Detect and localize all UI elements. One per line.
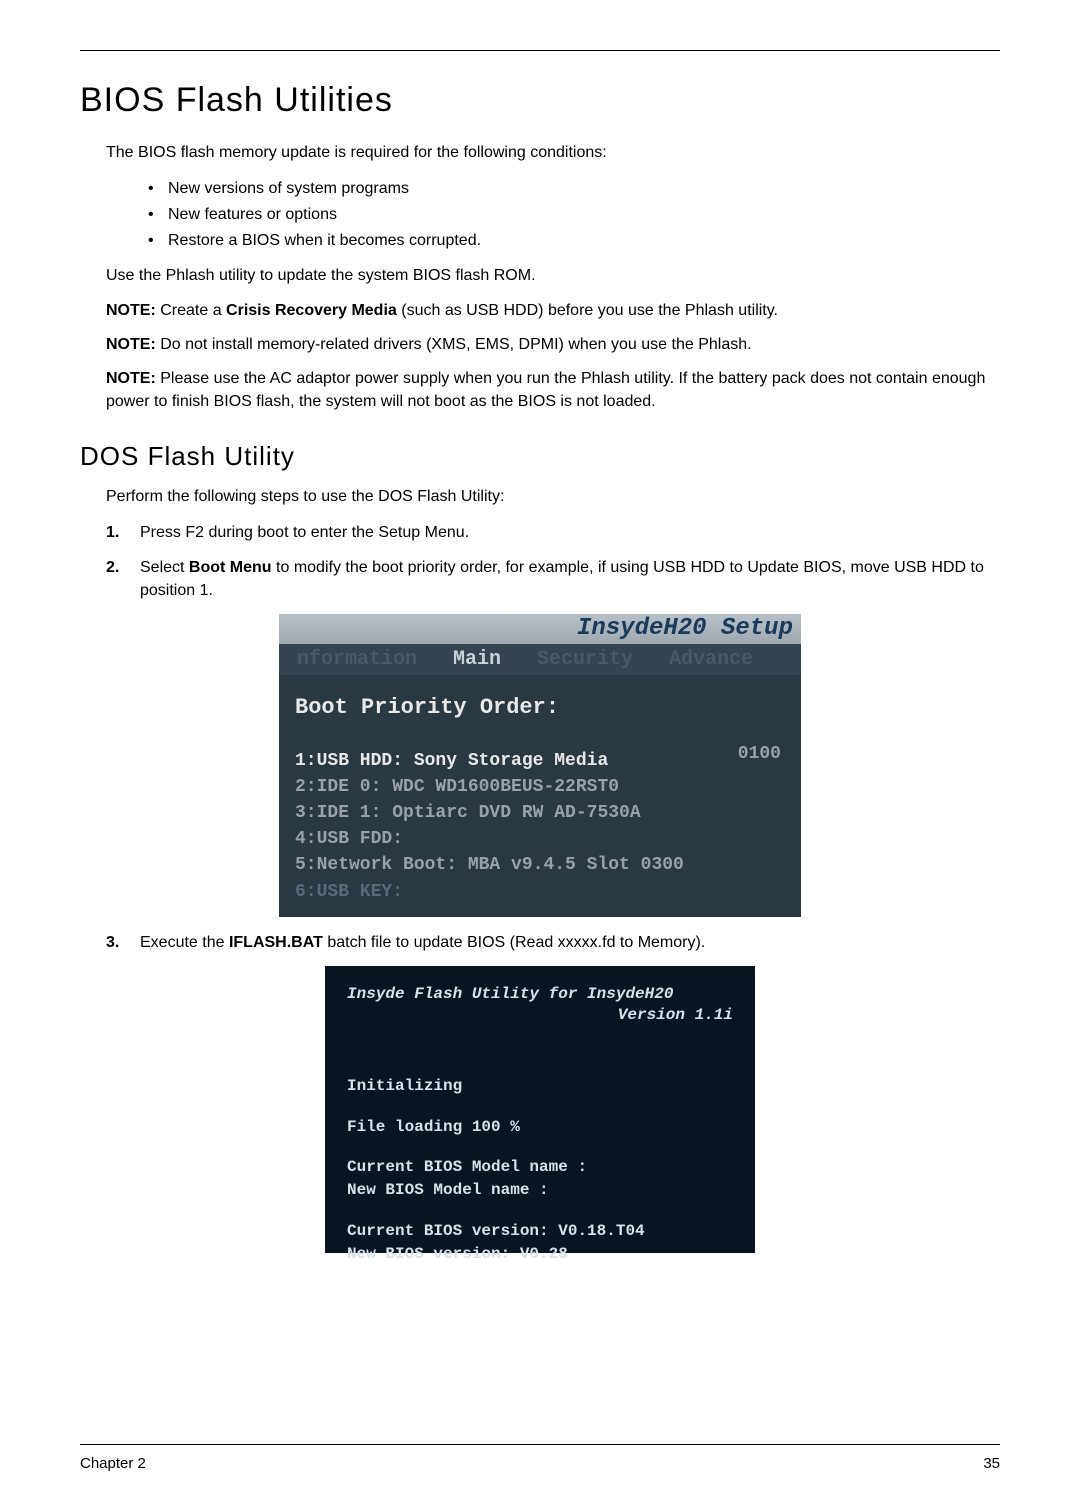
flash-new-model: New BIOS Model name : [347,1180,733,1201]
note-label: NOTE: [106,336,156,353]
step-number: 1. [106,521,119,544]
step-3: 3. Execute the IFLASH.BAT batch file to … [106,931,1000,954]
note-label: NOTE: [106,370,156,387]
bios-tab: Security [519,646,651,673]
bullet-item: New versions of system programs [140,176,1000,202]
intro-text: The BIOS flash memory update is required… [106,142,1000,164]
note-label: NOTE: [106,302,156,319]
flash-current-version: Current BIOS version: V0.18.T04 [347,1221,733,1242]
bios-boot-item: 3:IDE 1: Optiarc DVD RW AD-7530A [295,800,785,826]
bios-setup-screenshot: InsydeH20 Setup nformation Main Security… [279,614,801,917]
use-phlash-text: Use the Phlash utility to update the sys… [106,265,1000,287]
bios-title-bar: InsydeH20 Setup [279,614,801,644]
bios-boot-item: 2:IDE 0: WDC WD1600BEUS-22RST0 [295,774,785,800]
flash-utility-screenshot: Insyde Flash Utility for InsydeH20 Versi… [325,966,755,1253]
flash-title: Insyde Flash Utility for InsydeH20 [347,984,733,1005]
bullet-list: New versions of system programs New feat… [140,176,1000,253]
bios-boot-item: 1:USB HDD: Sony Storage Media [295,748,785,774]
bios-tab: Advance [651,646,771,673]
note-2: NOTE: Do not install memory-related driv… [106,334,1000,356]
step-number: 3. [106,931,119,954]
footer-chapter: Chapter 2 [80,1455,146,1472]
footer-page-number: 35 [983,1455,1000,1472]
flash-initializing: Initializing [347,1076,733,1097]
step-number: 2. [106,556,119,579]
bios-boot-item: 4:USB FDD: [295,826,785,852]
heading-dos-flash-utility: DOS Flash Utility [80,441,1000,472]
bios-boot-item: 6:USB KEY: [295,879,785,905]
step-2: 2. Select Boot Menu to modify the boot p… [106,556,1000,602]
bios-boot-item: 5:Network Boot: MBA v9.4.5 Slot 0300 [295,852,785,878]
note-1: NOTE: Create a Crisis Recovery Media (su… [106,300,1000,322]
flash-loading: File loading 100 % [347,1117,733,1138]
bios-tab: Main [435,646,519,673]
top-rule [80,50,1000,51]
bios-tab: nformation [279,646,435,673]
bios-tabs: nformation Main Security Advance [279,644,801,675]
dos-intro: Perform the following steps to use the D… [106,486,1000,508]
flash-version: Version 1.1i [347,1005,733,1026]
bios-code: 0100 [738,744,781,764]
page-footer: Chapter 2 35 [80,1444,1000,1472]
flash-new-version: New BIOS version: V0.28 [347,1244,733,1265]
flash-current-model: Current BIOS Model name : [347,1157,733,1178]
bullet-item: New features or options [140,202,1000,228]
bullet-item: Restore a BIOS when it becomes corrupted… [140,228,1000,254]
step-1: 1. Press F2 during boot to enter the Set… [106,521,1000,544]
heading-bios-flash-utilities: BIOS Flash Utilities [80,81,1000,120]
bios-heading: Boot Priority Order: [295,695,785,720]
note-3: NOTE: Please use the AC adaptor power su… [106,368,1000,413]
